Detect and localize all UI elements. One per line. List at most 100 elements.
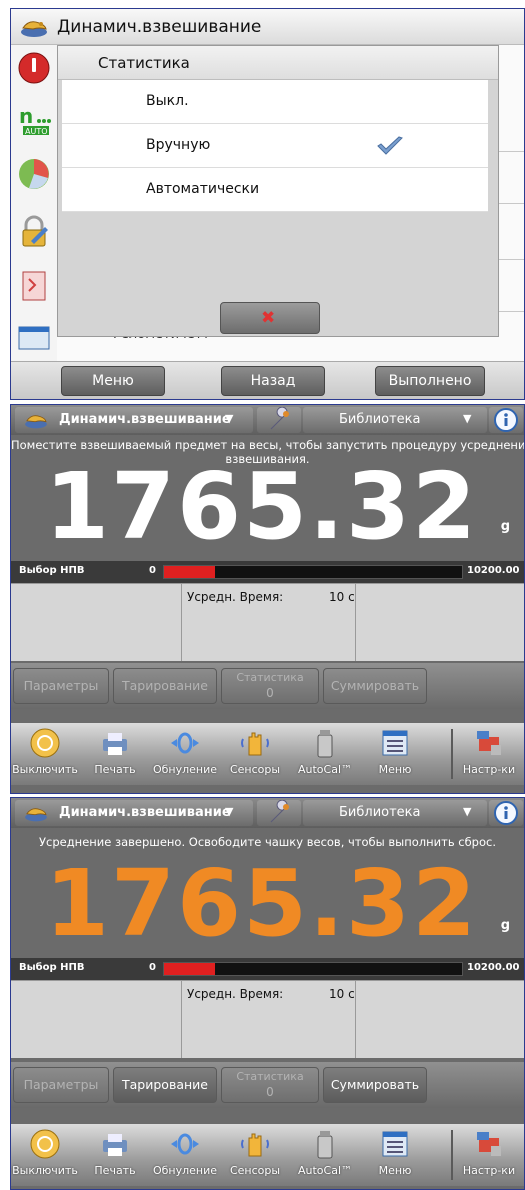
option-off[interactable]: Выкл. xyxy=(62,80,488,124)
weight-unit: g xyxy=(500,918,510,933)
top-bar: Динамич.взвешивание ▼ Библиотека ▼ xyxy=(11,798,524,828)
info-icon xyxy=(494,801,518,825)
parameters-button[interactable]: Параметры xyxy=(13,668,109,704)
menu-button[interactable]: Меню xyxy=(61,366,165,396)
statistics-button[interactable]: Статистика 0 xyxy=(221,1067,319,1103)
library-label: Библиотека xyxy=(339,412,421,427)
option-label: Автоматически xyxy=(146,181,260,197)
weight-reading: 1765.32 xyxy=(44,850,478,957)
statistics-button[interactable]: Статистика 0 xyxy=(221,668,319,704)
back-button[interactable]: Назад xyxy=(221,366,325,396)
menu-list-icon xyxy=(382,730,408,756)
wrench-icon xyxy=(270,799,289,823)
done-button[interactable]: Выполнено xyxy=(375,366,485,396)
capacity-min: 0 xyxy=(149,565,156,576)
option-label: Вручную xyxy=(146,137,211,153)
setup-tools-icon xyxy=(477,731,501,755)
settings-sidebar: n AUTO xyxy=(11,45,57,363)
capacity-bar: Выбор НПВ 0 10200.00 xyxy=(11,561,524,583)
info-button[interactable] xyxy=(489,407,523,433)
top-bar: Динамич.взвешивание ▼ Библиотека ▼ xyxy=(11,405,524,435)
avg-time-label: Усредн. Время: xyxy=(187,987,284,1001)
avg-time-value: 10 с xyxy=(329,987,355,1001)
power-off-button[interactable]: Выключить xyxy=(11,1126,79,1184)
accumulate-button[interactable]: Суммировать xyxy=(323,668,427,704)
close-icon: ✖ xyxy=(261,308,276,328)
library-selector[interactable]: Библиотека ▼ xyxy=(303,407,487,433)
screen-title: Динамич.взвешивание xyxy=(57,17,262,37)
option-automatic[interactable]: Автоматически xyxy=(62,168,488,212)
weight-reading: 1765.32 xyxy=(44,453,478,560)
tare-button[interactable]: Тарирование xyxy=(113,668,217,704)
capacity-max: 10200.00 xyxy=(467,962,520,973)
cell-divider xyxy=(181,981,182,1058)
display-window-icon[interactable] xyxy=(17,321,51,355)
library-label: Библиотека xyxy=(339,805,421,820)
statistics-dialog: Статистика Выкл. Вручную Автоматически ✖ xyxy=(57,45,499,337)
wrench-button[interactable] xyxy=(257,799,301,826)
capacity-bar: Выбор НПВ 0 10200.00 xyxy=(11,958,524,980)
auto-zero-icon[interactable]: n AUTO xyxy=(17,103,51,137)
lock-icon[interactable] xyxy=(17,215,51,249)
print-button[interactable]: Печать xyxy=(81,1126,149,1184)
app-selector[interactable]: Динамич.взвешивание ▼ xyxy=(15,407,253,433)
cell-divider xyxy=(181,584,182,661)
dynamic-weighing-app-icon xyxy=(21,21,47,37)
print-button[interactable]: Печать xyxy=(81,725,149,783)
menu-button[interactable]: Меню xyxy=(361,1126,429,1184)
power-off-icon[interactable] xyxy=(17,51,51,85)
wrench-button[interactable] xyxy=(257,406,301,433)
reference-info-area: Усредн. Время: 10 с xyxy=(11,583,524,661)
menu-button[interactable]: Меню xyxy=(361,725,429,783)
chevron-down-icon: ▼ xyxy=(225,412,234,425)
option-manual[interactable]: Вручную xyxy=(62,124,488,168)
sensors-button[interactable]: Сенсоры xyxy=(221,1126,289,1184)
checkmark-icon xyxy=(377,136,403,155)
tare-button[interactable]: Тарирование xyxy=(113,1067,217,1103)
zero-button[interactable]: Обнуление xyxy=(151,1126,219,1184)
parameters-button[interactable]: Параметры xyxy=(13,1067,109,1103)
function-icon-bar: Выключить Печать Обнуление Сенсоры AutoC… xyxy=(11,1124,524,1186)
setup-tools-icon xyxy=(477,1132,501,1156)
accumulate-button[interactable]: Суммировать xyxy=(323,1067,427,1103)
app-name: Динамич.взвешивание xyxy=(59,805,231,820)
statistics-pie-icon[interactable] xyxy=(17,157,51,191)
capacity-label: Выбор НПВ xyxy=(19,962,85,973)
zero-button[interactable]: Обнуление xyxy=(151,725,219,783)
chevron-down-icon: ▼ xyxy=(463,805,472,818)
dynamic-weighing-app-icon xyxy=(25,415,47,429)
power-icon xyxy=(30,728,60,758)
weigh-screen-complete: Динамич.взвешивание ▼ Библиотека ▼ Усред… xyxy=(10,797,525,1190)
book-icon[interactable] xyxy=(17,269,51,303)
library-selector[interactable]: Библиотека ▼ xyxy=(303,800,487,826)
dialog-header: Статистика xyxy=(58,46,498,80)
setup-button[interactable]: Настр-ки xyxy=(455,725,523,783)
avg-time-label: Усредн. Время: xyxy=(187,590,284,604)
instruction-line-1: Поместите взвешиваемый предмет на весы, … xyxy=(11,438,525,452)
softkey-bar: Параметры Тарирование Статистика 0 Суммир… xyxy=(11,663,524,709)
capacity-track xyxy=(163,962,463,976)
autocal-button[interactable]: AutoCal™ xyxy=(291,1126,359,1184)
app-selector[interactable]: Динамич.взвешивание ▼ xyxy=(15,800,253,826)
power-off-button[interactable]: Выключить xyxy=(11,725,79,783)
title-bar: Динамич.взвешивание xyxy=(11,9,524,45)
setup-button[interactable]: Настр-ки xyxy=(455,1126,523,1184)
calibration-weight-icon xyxy=(317,1131,333,1159)
capacity-min: 0 xyxy=(149,962,156,973)
hand-sensor-icon xyxy=(241,732,269,756)
cell-divider xyxy=(355,981,356,1058)
printer-icon xyxy=(103,733,127,755)
capacity-fill xyxy=(164,963,215,975)
sensors-button[interactable]: Сенсоры xyxy=(221,725,289,783)
capacity-label: Выбор НПВ xyxy=(19,565,85,576)
chevron-down-icon: ▼ xyxy=(463,412,472,425)
settings-screen: Динамич.взвешивание n AUTO Статистика Вы… xyxy=(10,8,525,400)
dialog-title: Статистика xyxy=(98,54,190,72)
capacity-fill xyxy=(164,566,215,578)
close-button[interactable]: ✖ xyxy=(220,302,320,334)
info-button[interactable] xyxy=(489,800,523,826)
info-icon xyxy=(494,408,518,432)
autocal-button[interactable]: AutoCal™ xyxy=(291,725,359,783)
power-icon xyxy=(30,1129,60,1159)
calibration-weight-icon xyxy=(317,730,333,758)
